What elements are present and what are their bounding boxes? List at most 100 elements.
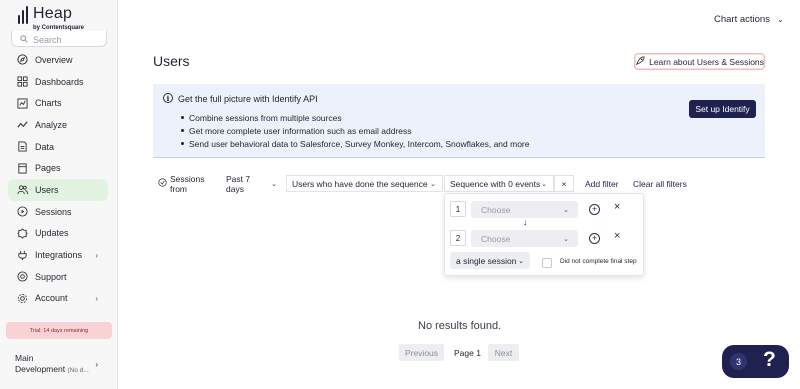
chevron-down-icon: ⌄: [430, 180, 436, 188]
remove-filter-button[interactable]: ×: [554, 175, 574, 192]
sidebar-item-label: Updates: [35, 228, 69, 239]
dashboard-icon: [17, 76, 28, 87]
next-page-button[interactable]: Next: [488, 344, 519, 361]
trend-icon: [17, 119, 28, 130]
sequence-select[interactable]: Sequence with 0 events ⌄: [444, 175, 554, 192]
page-icon: [17, 163, 28, 174]
chevron-right-icon: ›: [95, 293, 98, 303]
sidebar-item-overview[interactable]: Overview: [8, 49, 108, 71]
clear-all-filters-button[interactable]: Clear all filters: [633, 179, 687, 189]
chevron-down-icon: ⌄: [518, 257, 524, 265]
sidebar-item-dashboards[interactable]: Dashboards: [8, 71, 108, 93]
info-icon: i: [163, 93, 173, 103]
identify-banner: i Get the full picture with Identify API…: [153, 84, 765, 158]
sidebar-item-updates[interactable]: Updates: [8, 223, 108, 245]
environment-note: (No d...: [67, 367, 89, 374]
banner-bullets: Combine sessions from multiple sources G…: [181, 111, 530, 150]
search-icon: [20, 35, 28, 45]
sidebar-item-label: Users: [35, 184, 59, 195]
rocket-icon: [635, 55, 645, 68]
help-icon: ?: [763, 348, 776, 371]
sessions-from-label: Sessions from: [153, 174, 220, 194]
sidebar-item-analyze[interactable]: Analyze: [8, 114, 108, 136]
sidebar-item-label: Account: [35, 293, 68, 304]
learn-about-label: Learn about Users & Sessions: [649, 56, 764, 67]
sidebar-item-label: Integrations: [35, 250, 83, 261]
gear-icon: [17, 293, 28, 304]
environment-switcher[interactable]: Main Development (No d... ›: [15, 353, 110, 374]
sidebar-nav: Overview Dashboards Charts Analyze Data …: [8, 49, 108, 309]
add-event-icon[interactable]: +: [589, 233, 600, 244]
sidebar-item-integrations[interactable]: Integrations ›: [8, 244, 108, 266]
add-event-icon[interactable]: +: [589, 204, 600, 215]
chevron-down-icon: ⌄: [776, 15, 784, 24]
compass-icon: [17, 54, 28, 65]
chart-actions-label: Chart actions: [714, 14, 770, 25]
calendar-check-icon: [158, 178, 167, 189]
did-not-complete-label: Did not complete final step: [560, 258, 637, 265]
chevron-down-icon: ⌄: [541, 180, 547, 188]
list-item: Combine sessions from multiple sources: [181, 111, 530, 124]
sidebar-item-label: Pages: [35, 163, 61, 174]
sidebar-item-charts[interactable]: Charts: [8, 92, 108, 114]
sidebar-item-label: Overview: [35, 54, 73, 65]
remove-step-icon[interactable]: ×: [614, 202, 620, 213]
sidebar-item-sessions[interactable]: Sessions: [8, 201, 108, 223]
sidebar-item-users[interactable]: Users: [8, 179, 108, 201]
sidebar-item-support[interactable]: Support: [8, 266, 108, 288]
plug-icon: [17, 250, 28, 261]
sidebar-item-label: Data: [35, 141, 55, 152]
chevron-right-icon: ›: [95, 360, 98, 369]
sidebar-item-label: Analyze: [35, 119, 68, 130]
event-select[interactable]: Choose ⌄: [471, 230, 578, 247]
sequence-editor-popup: 1 Choose ⌄ + × ↓ 2 Choose ⌄ + × a single…: [444, 193, 644, 276]
step-number[interactable]: 2: [450, 230, 466, 246]
chevron-down-icon: ⌄: [563, 206, 569, 214]
list-item: Send user behavioral data to Salesforce,…: [181, 137, 530, 150]
trial-badge[interactable]: Trial: 14 days remaining: [6, 322, 112, 339]
sequence-scope-select[interactable]: a single session ⌄: [450, 252, 530, 269]
chart-actions-menu[interactable]: Chart actions ⌄: [714, 14, 784, 25]
did-not-complete-checkbox[interactable]: [542, 258, 552, 268]
list-item: Get more complete user information such …: [181, 124, 530, 137]
empty-state-text: No results found.: [418, 320, 502, 332]
add-filter-button[interactable]: Add filter: [585, 179, 619, 189]
page-indicator: Page 1: [454, 348, 481, 358]
banner-title: Get the full picture with Identify API: [178, 94, 318, 104]
event-select[interactable]: Choose ⌄: [471, 201, 578, 218]
chevron-down-icon: ⌄: [563, 235, 569, 243]
search-input[interactable]: Search: [11, 31, 107, 47]
sidebar-item-data[interactable]: Data: [8, 136, 108, 158]
page-title: Users: [153, 53, 190, 69]
support-icon: [17, 271, 28, 282]
sidebar-item-label: Sessions: [35, 206, 72, 217]
sidebar-item-label: Charts: [35, 98, 62, 109]
remove-step-icon[interactable]: ×: [614, 231, 620, 242]
chevron-down-icon: ⌄: [271, 180, 277, 188]
help-widget[interactable]: 3 ?: [722, 345, 789, 378]
arrow-down-icon: ↓: [523, 217, 528, 227]
learn-about-button[interactable]: Learn about Users & Sessions: [634, 53, 765, 70]
badge-icon: [17, 228, 28, 239]
sidebar: Heap by Contentsquare Search Overview Da…: [0, 0, 118, 389]
users-icon: [17, 184, 28, 195]
notification-count-badge: 3: [730, 353, 747, 370]
search-placeholder: Search: [33, 35, 62, 45]
brand-name: Heap: [33, 5, 73, 22]
chart-icon: [17, 98, 28, 109]
chevron-right-icon: ›: [95, 250, 98, 260]
condition-select[interactable]: Users who have done the sequence ⌄: [286, 175, 443, 192]
sidebar-item-account[interactable]: Account ›: [8, 288, 108, 310]
play-icon: [17, 206, 28, 217]
date-range-select[interactable]: Past 7 days ⌄: [221, 174, 282, 194]
sidebar-item-label: Support: [35, 271, 67, 282]
sidebar-item-label: Dashboards: [35, 76, 84, 87]
heap-logo[interactable]: Heap by Contentsquare: [18, 5, 84, 32]
close-icon: ×: [561, 178, 567, 189]
previous-page-button[interactable]: Previous: [399, 344, 444, 361]
setup-identify-button[interactable]: Set up Identify: [689, 100, 756, 118]
heap-logo-icon: [18, 6, 30, 24]
database-icon: [17, 141, 28, 152]
sidebar-item-pages[interactable]: Pages: [8, 157, 108, 179]
step-number[interactable]: 1: [450, 201, 466, 217]
